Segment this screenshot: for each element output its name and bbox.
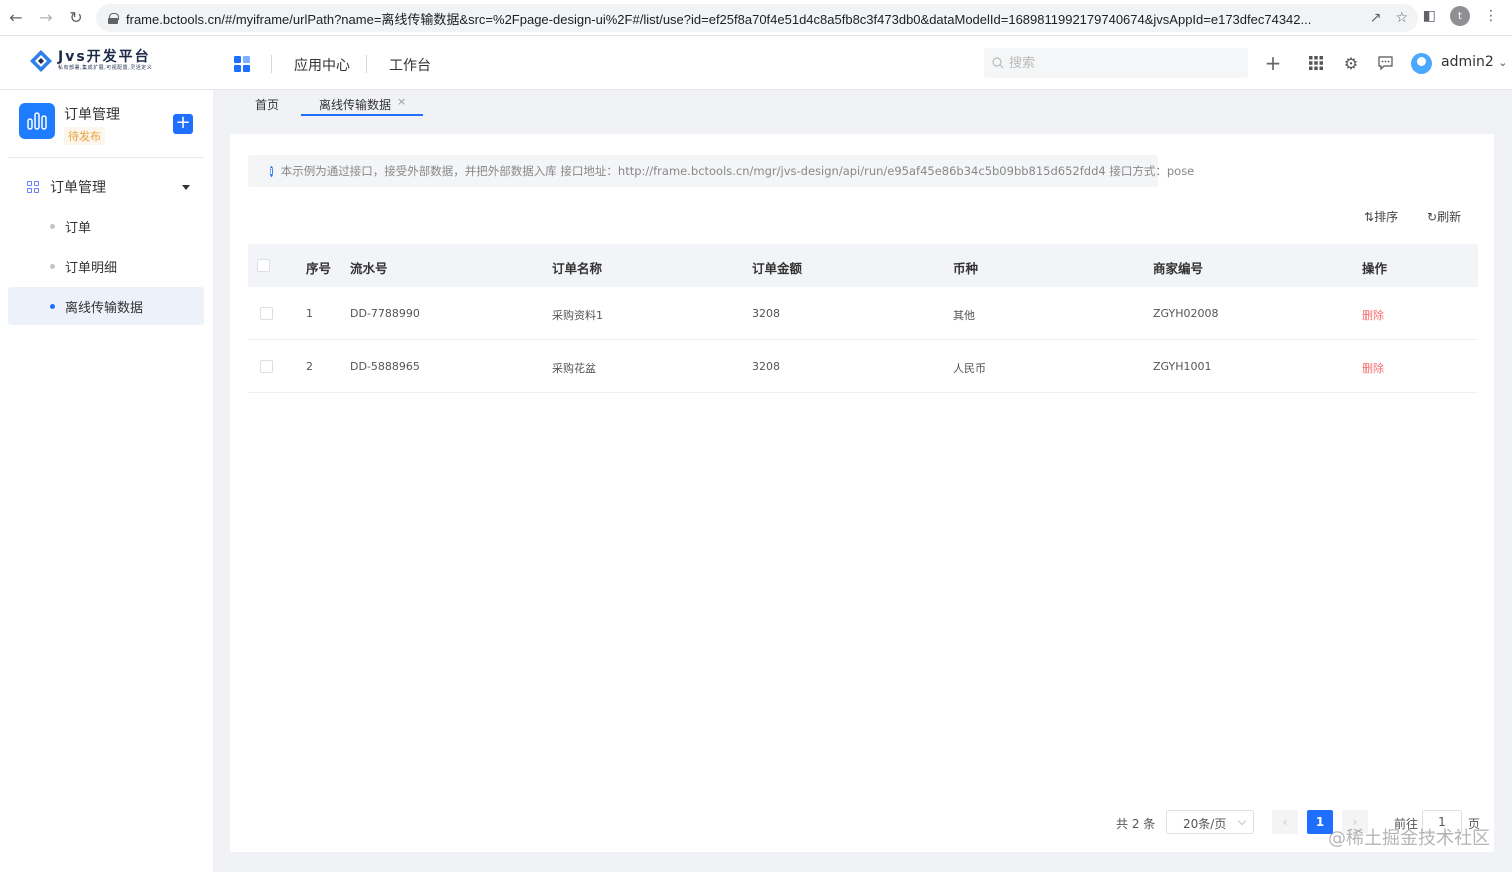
table-header: 序号 流水号 订单名称 订单金额 币种 商家编号 操作	[248, 244, 1478, 287]
cell-currency: 其他	[953, 309, 975, 322]
search-box[interactable]	[984, 48, 1248, 78]
row-checkbox[interactable]	[260, 307, 273, 320]
cell-currency: 人民币	[953, 362, 986, 375]
column-header[interactable]: 序号	[306, 258, 331, 277]
app-header: Jvs开发平台 私有部署,集成扩展,可视配置,灵活定义 应用中心 工作台 + ⚙	[0, 36, 1512, 90]
sidebar-item-order-detail[interactable]: 订单明细	[8, 247, 204, 285]
gear-icon[interactable]: ⚙	[1341, 53, 1361, 73]
info-notice: i 本示例为通过接口，接受外部数据，并把外部数据入库 接口地址：http://f…	[248, 155, 1194, 187]
column-header[interactable]: 币种	[953, 258, 978, 277]
logo-title: Jvs开发平台	[58, 49, 151, 65]
search-input[interactable]	[1009, 55, 1239, 71]
nav-workbench[interactable]: 工作台	[389, 55, 431, 75]
more-menu-icon[interactable]: ⋮	[1484, 8, 1498, 24]
user-avatar[interactable]	[1411, 53, 1432, 74]
sidebar-item-label: 订单	[65, 220, 92, 236]
bullet-icon	[50, 263, 55, 269]
cell-name: 采购花盆	[552, 362, 596, 375]
sidebar-item-label: 订单明细	[65, 260, 118, 276]
delete-link[interactable]: 删除	[1362, 360, 1384, 376]
add-button[interactable]: +	[173, 114, 193, 134]
menu-group-order-management[interactable]: 订单管理	[8, 170, 204, 204]
table-row: 1 DD-7788990 采购资料1 3208 其他 ZGYH02008 删除	[248, 287, 1478, 340]
address-bar[interactable]: frame.bctools.cn/#/myiframe/urlPath?name…	[96, 4, 1418, 32]
sort-button[interactable]: ⇅排序	[1364, 208, 1398, 225]
bar-chart-icon	[27, 112, 47, 130]
app-name: 订单管理	[64, 107, 120, 123]
notice-text: 本示例为通过接口，接受外部数据，并把外部数据入库 接口地址：http://fra…	[280, 164, 1195, 178]
back-icon[interactable]: ←	[2, 4, 30, 32]
divider	[8, 157, 204, 158]
close-icon[interactable]: ×	[397, 95, 406, 108]
user-menu[interactable]: admin2 ⌄	[1441, 54, 1507, 70]
bullet-icon	[50, 303, 55, 309]
app-icon	[19, 103, 55, 139]
cell-index: 2	[306, 360, 313, 373]
forward-icon[interactable]: →	[32, 4, 60, 32]
delete-link[interactable]: 删除	[1362, 307, 1384, 323]
cell-name: 采购资料1	[552, 309, 603, 322]
sidebar-item-order[interactable]: 订单	[8, 207, 204, 245]
column-header[interactable]: 流水号	[350, 258, 388, 277]
user-name: admin2	[1441, 54, 1494, 70]
plus-icon[interactable]: +	[1263, 51, 1283, 75]
divider	[366, 55, 367, 73]
select-all-checkbox[interactable]	[257, 259, 270, 272]
refresh-button[interactable]: ↻刷新	[1427, 208, 1461, 225]
logo[interactable]: Jvs开发平台 私有部署,集成扩展,可视配置,灵活定义	[28, 48, 152, 74]
cell-serial: DD-5888965	[350, 360, 420, 373]
bookmark-star-icon[interactable]: ☆	[1395, 10, 1408, 26]
divider	[271, 55, 272, 73]
table-row: 2 DD-5888965 采购花盆 3208 人民币 ZGYH1001 删除	[248, 340, 1478, 393]
cell-merchant: ZGYH1001	[1153, 360, 1212, 373]
column-header: 操作	[1362, 261, 1388, 276]
bullet-icon	[50, 223, 55, 229]
message-icon[interactable]	[1375, 53, 1395, 73]
refresh-icon: ↻	[1427, 210, 1438, 224]
column-header[interactable]: 订单金额	[752, 258, 802, 277]
tab-home[interactable]: 首页	[255, 96, 279, 113]
logo-subtitle: 私有部署,集成扩展,可视配置,灵活定义	[58, 65, 153, 71]
column-header[interactable]: 订单名称	[552, 258, 602, 277]
info-icon: i	[270, 165, 273, 177]
share-icon[interactable]: ↗	[1370, 10, 1382, 26]
browser-toolbar: ← → ↻ frame.bctools.cn/#/myiframe/urlPat…	[0, 0, 1512, 36]
caret-down-icon	[182, 185, 190, 190]
cell-amount: 3208	[752, 360, 780, 373]
profile-avatar[interactable]: t	[1450, 6, 1470, 26]
pagination-total: 共 2 条	[1116, 817, 1156, 831]
apps-grid-icon[interactable]	[234, 56, 250, 72]
page-size-select[interactable]: 20条/页	[1166, 810, 1254, 834]
cell-index: 1	[306, 307, 313, 320]
sidebar: 订单管理 待发布 + 订单管理 订单 订单明细 离线传输数据	[0, 90, 213, 872]
grid-menu-icon[interactable]	[1306, 53, 1326, 73]
tab-active-indicator	[301, 114, 423, 116]
cell-merchant: ZGYH02008	[1153, 307, 1219, 320]
sidebar-item-label: 离线传输数据	[65, 300, 144, 316]
tab-offline-data[interactable]: 离线传输数据	[319, 96, 391, 113]
reload-icon[interactable]: ↻	[62, 4, 90, 32]
search-icon	[992, 57, 1004, 69]
lock-icon	[108, 12, 119, 24]
watermark: @稀土掘金技术社区	[1328, 828, 1490, 849]
url-text: frame.bctools.cn/#/myiframe/urlPath?name…	[126, 11, 1312, 27]
menu-group-label: 订单管理	[50, 180, 106, 196]
main-content: i 本示例为通过接口，接受外部数据，并把外部数据入库 接口地址：http://f…	[230, 134, 1494, 852]
row-checkbox[interactable]	[260, 360, 273, 373]
chevron-down-icon: ⌄	[1498, 56, 1508, 69]
category-icon	[27, 181, 39, 193]
status-badge: 待发布	[64, 127, 105, 145]
cell-serial: DD-7788990	[350, 307, 420, 320]
sidebar-item-offline-data[interactable]: 离线传输数据	[8, 287, 204, 325]
sort-icon: ⇅	[1364, 210, 1375, 224]
logo-mark-icon	[30, 50, 52, 72]
cell-amount: 3208	[752, 307, 780, 320]
side-panel-icon[interactable]: ◧	[1423, 8, 1436, 24]
prev-page-button[interactable]: ‹	[1272, 810, 1298, 834]
nav-app-center[interactable]: 应用中心	[294, 55, 350, 75]
column-header[interactable]: 商家编号	[1153, 258, 1203, 277]
